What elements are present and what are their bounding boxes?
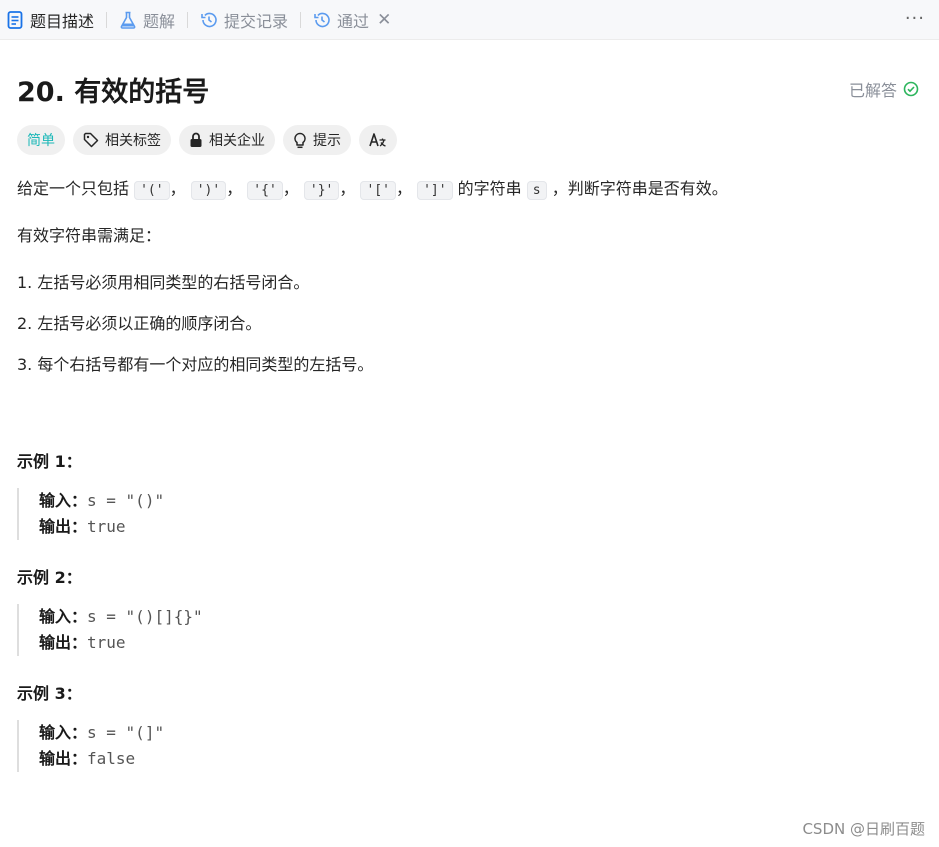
inline-code: s bbox=[526, 181, 547, 200]
input-label: 输入： bbox=[39, 607, 88, 626]
inline-code: ')' bbox=[190, 181, 227, 200]
inline-code: ']' bbox=[417, 181, 453, 200]
output-value: true bbox=[87, 633, 126, 652]
example-output: 输出：false bbox=[39, 746, 164, 772]
tag-icon bbox=[83, 132, 99, 148]
example-block: 输入：s = "()" 输出：true bbox=[17, 488, 164, 540]
separator: ， bbox=[282, 179, 299, 198]
rules-heading: 有效字符串需满足： bbox=[17, 226, 162, 245]
solved-status: 已解答 bbox=[849, 77, 919, 101]
example-input: 输入：s = "()[]{}" bbox=[39, 604, 203, 630]
translate-button[interactable] bbox=[359, 125, 397, 155]
example-output: 输出：true bbox=[39, 630, 203, 656]
tab-label: 通过 bbox=[337, 11, 370, 31]
tag-label: 提示 bbox=[313, 133, 341, 149]
separator: ， bbox=[395, 179, 412, 198]
output-label: 输出： bbox=[39, 633, 88, 652]
tab-bar: 题目描述 题解 提交记录 通过 ✕ ··· bbox=[0, 0, 939, 40]
lightbulb-icon bbox=[293, 132, 307, 149]
tab-solutions[interactable]: 题解 bbox=[113, 0, 181, 40]
history-icon bbox=[200, 11, 218, 29]
statement-text: 的字符串 bbox=[457, 179, 522, 198]
problem-statement: 给定一个只包括 '('， ')'， '{'， '}'， '['， ']' 的字符… bbox=[17, 176, 728, 204]
tab-label: 提交记录 bbox=[224, 11, 289, 31]
example-block: 输入：s = "()[]{}" 输出：true bbox=[17, 604, 203, 656]
inline-code: '{' bbox=[247, 181, 283, 200]
tab-divider bbox=[187, 11, 189, 28]
solved-label: 已解答 bbox=[848, 81, 897, 100]
translate-icon bbox=[369, 132, 387, 148]
tab-label: 题解 bbox=[143, 11, 176, 31]
difficulty-label: 简单 bbox=[27, 133, 55, 149]
input-label: 输入： bbox=[39, 491, 88, 510]
tab-submissions[interactable]: 提交记录 bbox=[194, 0, 294, 40]
input-label: 输入： bbox=[39, 723, 88, 742]
close-icon[interactable]: ✕ bbox=[377, 10, 391, 30]
input-value: s = "()" bbox=[87, 491, 165, 510]
output-value: true bbox=[87, 517, 126, 536]
statement-text: 给定一个只包括 bbox=[17, 179, 130, 198]
inline-code: '(' bbox=[134, 181, 170, 200]
example-title: 示例 3： bbox=[17, 684, 82, 703]
problem-title: 20. 有效的括号 bbox=[17, 77, 210, 108]
tag-row: 简单 相关标签 相关企业 提示 bbox=[17, 125, 397, 155]
tag-label: 相关企业 bbox=[209, 133, 265, 149]
document-icon bbox=[6, 10, 24, 29]
example-input: 输入：s = "()" bbox=[39, 488, 164, 514]
watermark: CSDN @日刷百题 bbox=[802, 820, 925, 838]
flask-icon bbox=[119, 11, 137, 29]
tab-description[interactable]: 题目描述 bbox=[0, 0, 100, 40]
statement-text: ，判断字符串是否有效。 bbox=[551, 179, 728, 198]
separator: ， bbox=[339, 179, 356, 198]
output-label: 输出： bbox=[39, 749, 88, 768]
more-options-icon[interactable]: ··· bbox=[905, 8, 925, 29]
example-title: 示例 2： bbox=[17, 568, 82, 587]
tab-label: 题目描述 bbox=[30, 11, 95, 31]
lock-icon bbox=[189, 132, 203, 148]
history-icon bbox=[313, 11, 331, 29]
input-value: s = "()[]{}" bbox=[87, 607, 203, 626]
separator: ， bbox=[226, 179, 243, 198]
rule-item: 3. 每个右括号都有一个对应的相同类型的左括号。 bbox=[17, 355, 374, 374]
related-topics-button[interactable]: 相关标签 bbox=[73, 125, 171, 155]
output-label: 输出： bbox=[39, 517, 88, 536]
tag-label: 相关标签 bbox=[105, 133, 161, 149]
related-companies-button[interactable]: 相关企业 bbox=[179, 125, 275, 155]
difficulty-badge[interactable]: 简单 bbox=[17, 125, 65, 155]
tab-divider bbox=[106, 11, 108, 28]
example-title: 示例 1： bbox=[17, 452, 82, 471]
tab-accepted[interactable]: 通过 ✕ bbox=[307, 0, 397, 40]
inline-code: '}' bbox=[303, 181, 340, 200]
example-input: 输入：s = "(]" bbox=[39, 720, 164, 746]
tab-divider bbox=[300, 11, 302, 28]
rule-item: 2. 左括号必须以正确的顺序闭合。 bbox=[17, 314, 262, 333]
example-output: 输出：true bbox=[39, 514, 164, 540]
inline-code: '[' bbox=[360, 181, 396, 200]
example-block: 输入：s = "(]" 输出：false bbox=[17, 720, 164, 772]
rule-item: 1. 左括号必须用相同类型的右括号闭合。 bbox=[17, 273, 310, 292]
hints-button[interactable]: 提示 bbox=[283, 125, 351, 155]
check-circle-icon bbox=[903, 81, 919, 97]
input-value: s = "(]" bbox=[87, 723, 165, 742]
output-value: false bbox=[87, 749, 136, 768]
separator: ， bbox=[169, 179, 186, 198]
